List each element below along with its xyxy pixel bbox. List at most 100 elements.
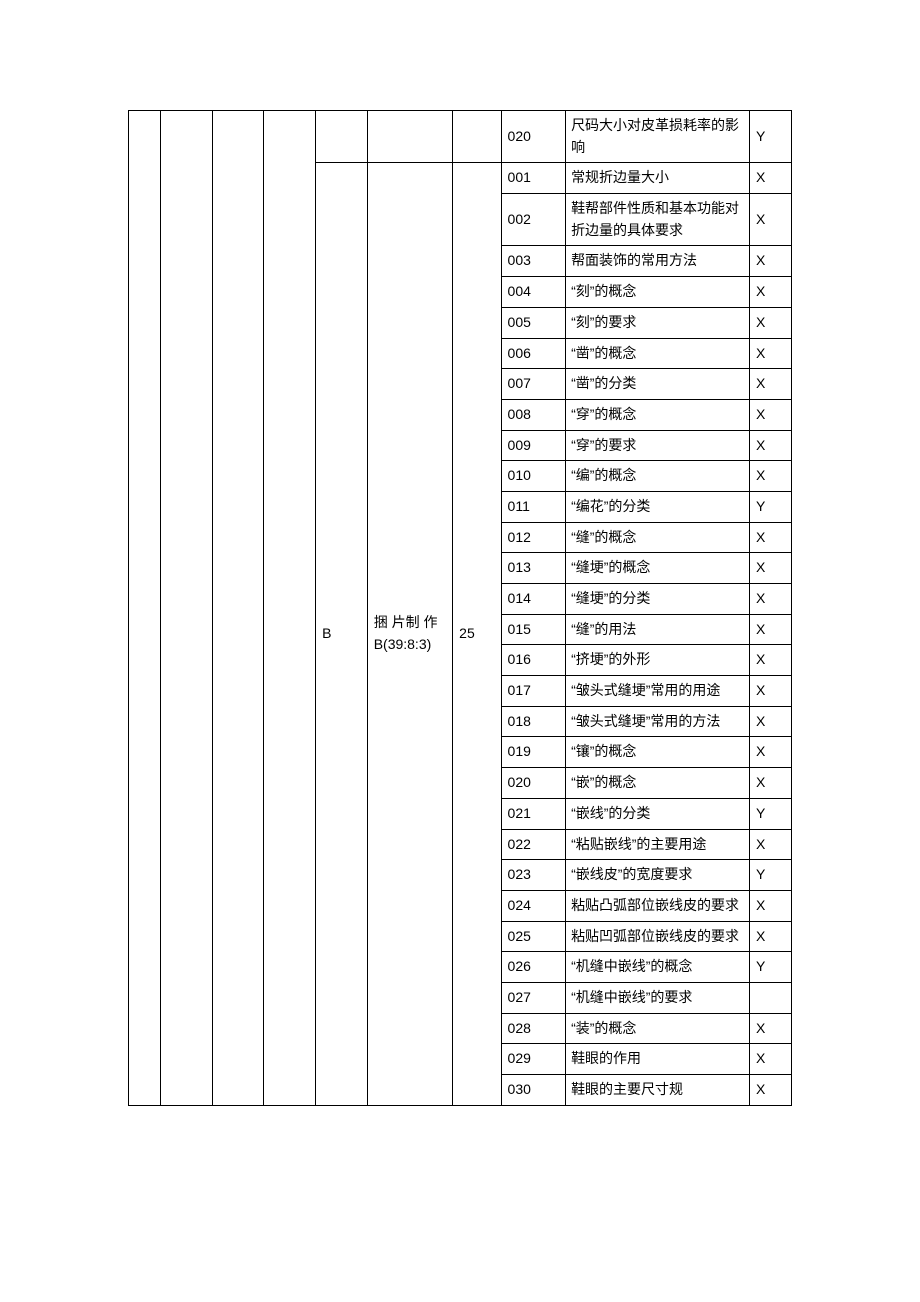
item-description: “刻”的要求 [566, 307, 750, 338]
item-number: 021 [501, 798, 566, 829]
item-number: 027 [501, 982, 566, 1013]
item-flag: X [749, 676, 791, 707]
item-number: 016 [501, 645, 566, 676]
item-flag: Y [749, 860, 791, 891]
item-description: “装”的概念 [566, 1013, 750, 1044]
item-description: “皱头式缝埂”常用的用途 [566, 676, 750, 707]
item-flag: X [749, 307, 791, 338]
item-flag: X [749, 768, 791, 799]
item-number: 006 [501, 338, 566, 369]
outer-col-1 [129, 111, 161, 1106]
section-main-col7: 25 [453, 163, 501, 1105]
page: 020尺码大小对皮革损耗率的影响YB捆 片制 作B(39:8:3)25001常规… [0, 0, 920, 1302]
item-description: “编”的概念 [566, 461, 750, 492]
item-number: 011 [501, 491, 566, 522]
item-flag: X [749, 163, 791, 194]
item-flag: X [749, 1013, 791, 1044]
item-flag: X [749, 246, 791, 277]
outer-col-2 [161, 111, 213, 1106]
item-flag: X [749, 194, 791, 246]
outer-col-3 [212, 111, 264, 1106]
item-flag [749, 982, 791, 1013]
item-description: 尺码大小对皮革损耗率的影响 [566, 111, 750, 163]
item-description: “穿”的要求 [566, 430, 750, 461]
item-number: 004 [501, 277, 566, 308]
item-description: “嵌线”的分类 [566, 798, 750, 829]
item-flag: X [749, 645, 791, 676]
item-flag: X [749, 553, 791, 584]
item-flag: X [749, 890, 791, 921]
item-flag: X [749, 737, 791, 768]
item-number: 017 [501, 676, 566, 707]
item-number: 018 [501, 706, 566, 737]
item-description: “编花”的分类 [566, 491, 750, 522]
item-description: “机缝中嵌线”的要求 [566, 982, 750, 1013]
item-description: “穿”的概念 [566, 399, 750, 430]
item-number: 002 [501, 194, 566, 246]
item-number: 003 [501, 246, 566, 277]
table-row: 020尺码大小对皮革损耗率的影响Y [129, 111, 792, 163]
item-flag: Y [749, 111, 791, 163]
item-number: 013 [501, 553, 566, 584]
item-description: “缝”的用法 [566, 614, 750, 645]
section-top-col7 [453, 111, 501, 163]
item-description: “嵌线皮”的宽度要求 [566, 860, 750, 891]
item-number: 028 [501, 1013, 566, 1044]
item-flag: Y [749, 491, 791, 522]
item-flag: Y [749, 798, 791, 829]
item-description: 鞋帮部件性质和基本功能对折边量的具体要求 [566, 194, 750, 246]
item-description: 鞋眼的主要尺寸规 [566, 1075, 750, 1106]
item-flag: X [749, 399, 791, 430]
item-flag: X [749, 829, 791, 860]
item-description: “缝埂”的概念 [566, 553, 750, 584]
item-number: 010 [501, 461, 566, 492]
section-main-col5: B [316, 163, 368, 1105]
outer-col-4 [264, 111, 316, 1106]
item-description: “镶”的概念 [566, 737, 750, 768]
item-description: “嵌”的概念 [566, 768, 750, 799]
item-description: “凿”的概念 [566, 338, 750, 369]
item-flag: X [749, 584, 791, 615]
item-flag: X [749, 706, 791, 737]
item-number: 005 [501, 307, 566, 338]
item-description: “机缝中嵌线”的概念 [566, 952, 750, 983]
item-flag: X [749, 1044, 791, 1075]
item-number: 023 [501, 860, 566, 891]
item-description: 帮面装饰的常用方法 [566, 246, 750, 277]
item-number: 020 [501, 111, 566, 163]
item-number: 020 [501, 768, 566, 799]
item-flag: X [749, 338, 791, 369]
item-number: 014 [501, 584, 566, 615]
section-top-col6 [367, 111, 452, 163]
data-table: 020尺码大小对皮革损耗率的影响YB捆 片制 作B(39:8:3)25001常规… [128, 110, 792, 1106]
item-number: 008 [501, 399, 566, 430]
item-number: 024 [501, 890, 566, 921]
item-description: “缝埂”的分类 [566, 584, 750, 615]
item-description: 鞋眼的作用 [566, 1044, 750, 1075]
item-number: 001 [501, 163, 566, 194]
item-flag: X [749, 522, 791, 553]
item-number: 012 [501, 522, 566, 553]
item-number: 025 [501, 921, 566, 952]
item-number: 015 [501, 614, 566, 645]
item-description: “刻”的概念 [566, 277, 750, 308]
item-flag: X [749, 369, 791, 400]
item-description: “皱头式缝埂”常用的方法 [566, 706, 750, 737]
item-number: 026 [501, 952, 566, 983]
section-main-col6: 捆 片制 作B(39:8:3) [367, 163, 452, 1105]
item-number: 029 [501, 1044, 566, 1075]
item-description: “粘贴嵌线”的主要用途 [566, 829, 750, 860]
item-number: 022 [501, 829, 566, 860]
item-flag: X [749, 461, 791, 492]
section-top-col5 [316, 111, 368, 163]
item-number: 019 [501, 737, 566, 768]
item-flag: X [749, 430, 791, 461]
item-number: 007 [501, 369, 566, 400]
item-flag: X [749, 921, 791, 952]
item-flag: X [749, 1075, 791, 1106]
item-description: “凿”的分类 [566, 369, 750, 400]
item-number: 030 [501, 1075, 566, 1106]
item-description: “挤埂”的外形 [566, 645, 750, 676]
item-flag: X [749, 614, 791, 645]
item-description: 粘贴凹弧部位嵌线皮的要求 [566, 921, 750, 952]
